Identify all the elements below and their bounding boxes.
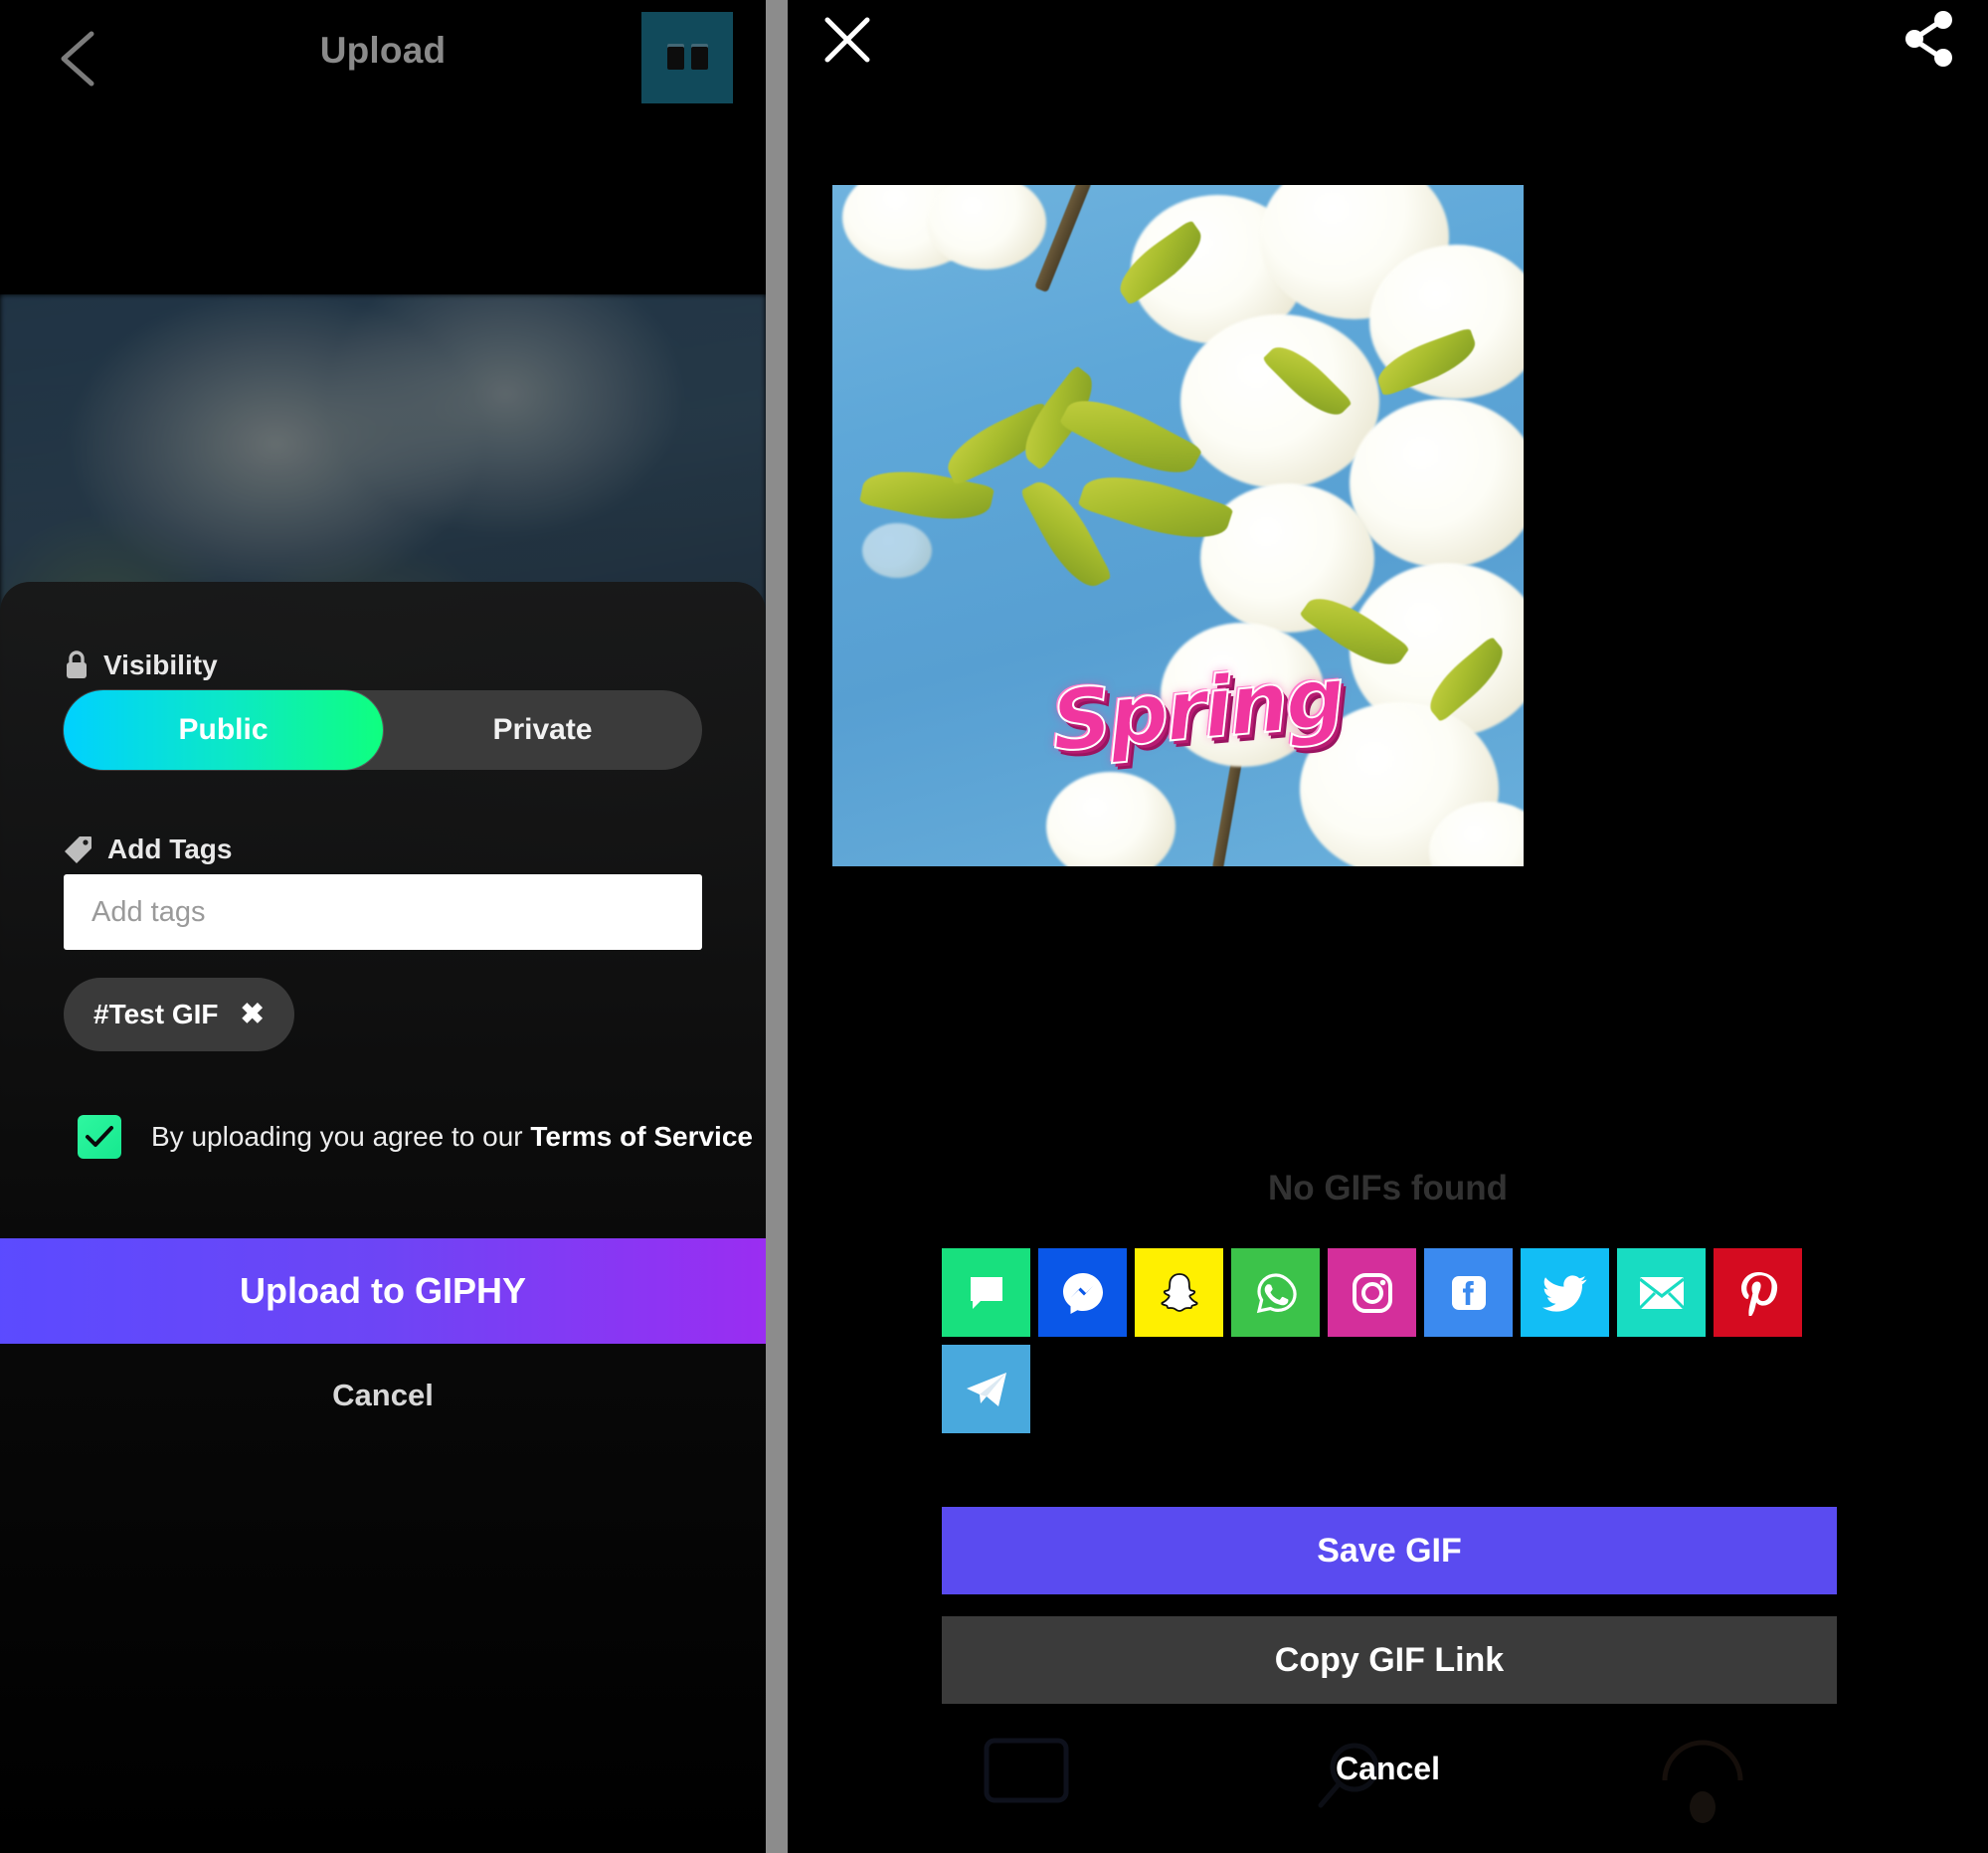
tag-chip[interactable]: #Test GIF ✖ — [64, 978, 294, 1051]
envelope-icon — [1638, 1276, 1685, 1309]
share-target-whatsapp[interactable] — [1231, 1248, 1320, 1337]
panel-divider — [766, 0, 788, 1853]
share-target-snapchat[interactable] — [1135, 1248, 1223, 1337]
upload-screen: Upload Visibility Public Private Add Tag… — [0, 0, 766, 1853]
lock-icon — [64, 649, 90, 681]
blossom — [1350, 399, 1524, 568]
visibility-option-public[interactable]: Public — [64, 690, 383, 770]
messenger-icon — [1062, 1272, 1103, 1314]
gif-preview[interactable]: Spring — [832, 185, 1524, 866]
add-tags-label-row: Add Tags — [64, 834, 232, 865]
instagram-icon — [1352, 1272, 1392, 1313]
close-icon[interactable] — [817, 10, 877, 70]
terms-row: By uploading you agree to our Terms of S… — [78, 1115, 753, 1159]
upload-options-sheet: Visibility Public Private Add Tags Add t… — [0, 582, 766, 1853]
screenshot-root: Upload Visibility Public Private Add Tag… — [0, 0, 1988, 1853]
share-target-email[interactable] — [1617, 1248, 1706, 1337]
tags-input[interactable] — [64, 874, 702, 950]
upload-to-giphy-button[interactable]: Upload to GIPHY — [0, 1238, 766, 1344]
share-targets-grid — [942, 1248, 1837, 1433]
share-target-messages[interactable] — [942, 1248, 1030, 1337]
whatsapp-icon — [1256, 1272, 1297, 1313]
copy-gif-link-button[interactable]: Copy GIF Link — [942, 1616, 1837, 1704]
terms-prefix: By uploading you agree to our — [151, 1121, 531, 1152]
copy-gif-link-label: Copy GIF Link — [1274, 1640, 1505, 1679]
message-bubble-icon — [970, 1276, 1002, 1309]
share-target-telegram[interactable] — [942, 1345, 1030, 1433]
glasses-icon — [666, 46, 708, 70]
visibility-toggle[interactable]: Public Private — [64, 690, 702, 770]
visibility-option-private[interactable]: Private — [383, 690, 702, 770]
close-icon[interactable]: ✖ — [241, 1000, 265, 1029]
cancel-button[interactable]: Cancel — [788, 1751, 1988, 1787]
terms-of-service-link[interactable]: Terms of Service — [530, 1121, 753, 1152]
share-screen: Spring No GIFs found Save GIF Copy GIF L… — [788, 0, 1988, 1853]
no-gifs-found-text: No GIFs found — [1267, 1169, 1509, 1207]
share-icon[interactable] — [1900, 8, 1958, 70]
share-target-facebook[interactable] — [1424, 1248, 1513, 1337]
twitter-bird-icon — [1541, 1274, 1586, 1312]
share-target-messenger[interactable] — [1038, 1248, 1127, 1337]
facebook-icon — [1451, 1275, 1486, 1310]
save-gif-label: Save GIF — [1317, 1531, 1462, 1570]
blossom — [862, 523, 932, 578]
telegram-plane-icon — [966, 1372, 1006, 1406]
visibility-label: Visibility — [103, 649, 218, 680]
pinterest-icon — [1740, 1271, 1777, 1316]
tag-chip-label: #Test GIF — [93, 999, 219, 1029]
share-target-twitter[interactable] — [1521, 1248, 1609, 1337]
terms-checkbox[interactable] — [78, 1115, 121, 1159]
share-target-instagram[interactable] — [1328, 1248, 1416, 1337]
cancel-button[interactable]: Cancel — [0, 1378, 766, 1413]
share-target-pinterest[interactable] — [1714, 1248, 1802, 1337]
save-gif-button[interactable]: Save GIF — [942, 1507, 1837, 1594]
terms-text: By uploading you agree to our Terms of S… — [151, 1121, 753, 1153]
add-tags-label: Add Tags — [107, 834, 233, 864]
visibility-label-row: Visibility — [64, 649, 218, 681]
upload-header: Upload — [0, 0, 766, 294]
snapchat-ghost-icon — [1160, 1272, 1198, 1312]
upload-to-giphy-label: Upload to GIPHY — [240, 1270, 526, 1311]
tag-icon — [64, 834, 93, 864]
gif-thumbnail[interactable] — [641, 12, 733, 103]
